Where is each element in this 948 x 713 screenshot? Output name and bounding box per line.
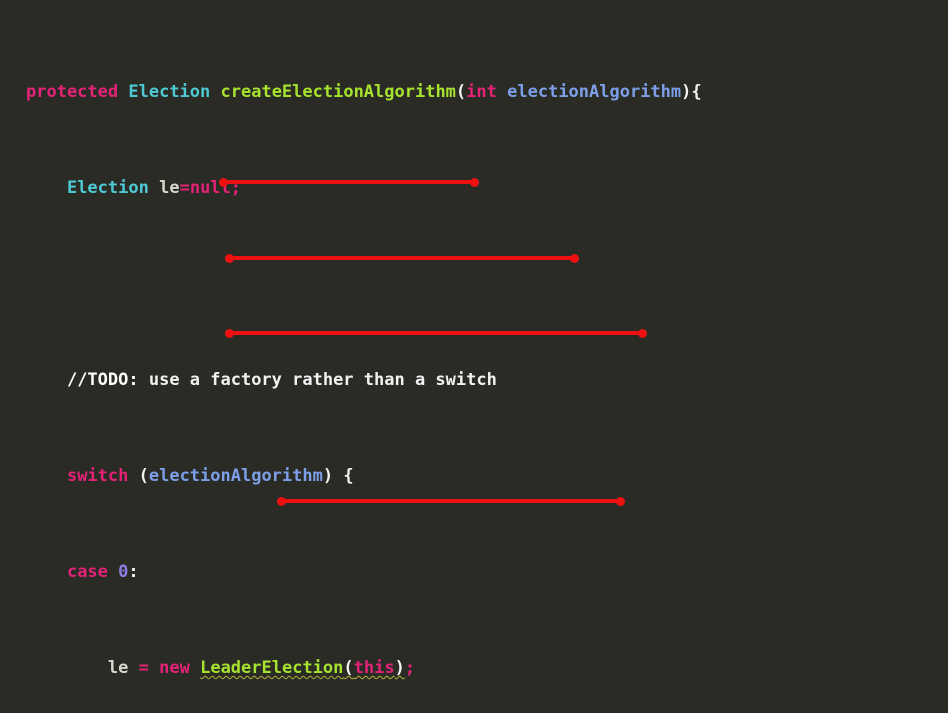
warning-underline-leaderelection: LeaderElection(this) (200, 658, 405, 678)
token-election-type: Election (66, 178, 149, 198)
annot-leader-election (219, 177, 479, 187)
token-return-type: Election (128, 82, 211, 102)
token-le-var: le (107, 658, 129, 678)
token-paren-brace: ){ (681, 82, 702, 102)
code-line-3-blank (26, 272, 732, 296)
annot-fast-leader-election (277, 496, 625, 506)
code-screenshot: protected Election createElectionAlgorit… (0, 0, 948, 713)
token-int: int (466, 82, 497, 102)
annot-authfast-1 (225, 253, 579, 263)
token-protected: protected (26, 82, 119, 102)
annot-authfast-2 (225, 328, 647, 338)
token-todo-marker: //TODO: (66, 370, 139, 390)
token-method-name: createElectionAlgorithm (220, 82, 456, 102)
token-param-electionalgorithm: electionAlgorithm (507, 82, 682, 102)
code-line-7-assign-leaderelection: le = new LeaderElection(this); (107, 658, 416, 678)
token-paren-open: ( (455, 82, 467, 102)
token-assign: = (179, 178, 190, 198)
code-line-1: protected Election createElectionAlgorit… (26, 80, 732, 104)
code-line-6-case0: case 0: (66, 562, 139, 582)
token-switch-expr: electionAlgorithm (148, 466, 323, 486)
token-case: case (66, 562, 108, 582)
token-case-value-0: 0 (118, 562, 129, 582)
code-line-4-comment: //TODO: use a factory rather than a swit… (26, 368, 732, 392)
token-switch: switch (66, 466, 129, 486)
code-line-5-switch: switch (electionAlgorithm) { (66, 466, 354, 486)
token-new: new (159, 658, 190, 678)
token-le-var: le (159, 178, 180, 198)
token-todo-text: use a factory rather than a switch (138, 370, 497, 390)
code-block: protected Election createElectionAlgorit… (26, 8, 732, 713)
token-this: this (353, 658, 395, 678)
token-class-leaderelection: LeaderElection (200, 658, 344, 678)
